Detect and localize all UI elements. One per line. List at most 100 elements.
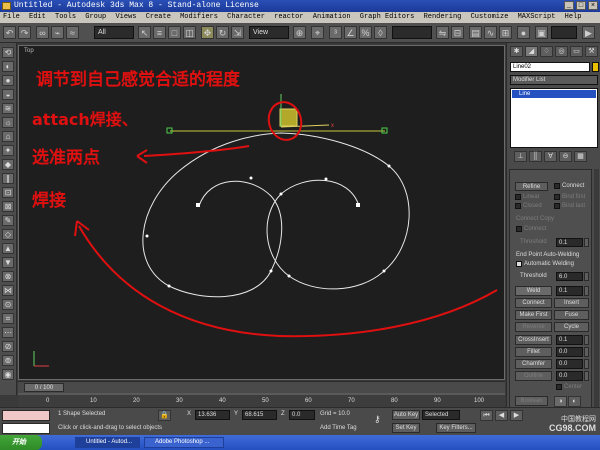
display-tab-icon[interactable]: ▭	[570, 46, 583, 57]
close-icon[interactable]: ×	[588, 1, 598, 10]
fillet-button[interactable]: Fillet	[515, 347, 552, 357]
set-key-button[interactable]: Set Key	[392, 423, 420, 433]
tool-icon-15[interactable]: ▲	[2, 243, 14, 254]
tool-icon-22[interactable]: ⊘	[2, 341, 14, 352]
fuse-button[interactable]: Fuse	[554, 310, 589, 320]
refine-button[interactable]: Refine	[515, 182, 548, 191]
tool-icon-21[interactable]: ⋯	[2, 327, 14, 338]
linear-checkbox[interactable]	[515, 194, 521, 200]
bind-space-warp-icon[interactable]: ≈	[66, 26, 79, 39]
menu-create[interactable]: Create	[146, 13, 171, 21]
spinner-snap-icon[interactable]: ◊	[374, 26, 387, 39]
tool-icon-3[interactable]: ●	[2, 75, 14, 86]
lock-selection-icon[interactable]: 🔒	[158, 410, 171, 421]
quick-render-icon[interactable]: ▶	[582, 26, 595, 39]
crossinsert-button[interactable]: CrossInsert	[515, 335, 552, 345]
crossinsert-input[interactable]: 0.1	[556, 335, 583, 345]
modifier-list-dropdown[interactable]: Modifier List	[510, 75, 598, 85]
weld-threshold-input[interactable]: 0.1	[556, 286, 583, 296]
viewport-top[interactable]: Top x 调节到自己感觉合适的程度 attach焊接、 选准两点 焊接	[18, 45, 505, 380]
pin-stack-icon[interactable]: ⊥	[514, 151, 527, 162]
maxscript-mini-listener[interactable]	[2, 423, 50, 434]
threshold-spinner[interactable]	[584, 238, 589, 247]
x-coordinate-input[interactable]: 13.636	[195, 410, 230, 420]
time-slider[interactable]: 0 / 100	[18, 381, 505, 393]
menu-customize[interactable]: Customize	[471, 13, 509, 21]
cycle-button[interactable]: Cycle	[554, 322, 589, 332]
boolean-union-icon[interactable]: ◑	[554, 396, 567, 407]
chamfer-input[interactable]: 0.0	[556, 359, 583, 369]
tool-icon-9[interactable]: ◆	[2, 159, 14, 170]
rectangular-selection-icon[interactable]: □	[168, 26, 181, 39]
named-selection-dropdown[interactable]	[392, 26, 432, 39]
menu-reactor[interactable]: reactor	[274, 13, 303, 21]
modifier-stack-item-line[interactable]: Line	[512, 90, 596, 98]
render-scene-icon[interactable]: ▣	[535, 26, 548, 39]
maxscript-listener[interactable]	[2, 410, 50, 421]
tool-icon-4[interactable]: ◒	[2, 89, 14, 100]
hierarchy-tab-icon[interactable]: ♢	[540, 46, 553, 57]
auto-key-button[interactable]: Auto Key	[392, 410, 420, 420]
tool-icon-10[interactable]: ∥	[2, 173, 14, 184]
object-color-swatch[interactable]	[592, 62, 599, 72]
utilities-tab-icon[interactable]: ⚒	[585, 46, 598, 57]
menu-views[interactable]: Views	[115, 13, 136, 21]
tool-icon-17[interactable]: ⊗	[2, 271, 14, 282]
tool-icon-20[interactable]: ⌗	[2, 313, 14, 324]
tool-icon-13[interactable]: ✎	[2, 215, 14, 226]
tool-icon-14[interactable]: ◇	[2, 229, 14, 240]
outline-input[interactable]: 0.0	[556, 371, 583, 381]
tool-icon-2[interactable]: ◐	[2, 61, 14, 72]
bind-first-checkbox[interactable]	[554, 194, 560, 200]
tool-icon-7[interactable]: ⌂	[2, 131, 14, 142]
schematic-view-icon[interactable]: ⊞	[499, 26, 512, 39]
layer-manager-icon[interactable]: ▤	[469, 26, 482, 39]
reference-coord-dropdown[interactable]: View	[249, 26, 289, 39]
tool-icon-23[interactable]: ⊚	[2, 355, 14, 366]
menu-group[interactable]: Group	[85, 13, 106, 21]
tool-icon-16[interactable]: ▼	[2, 257, 14, 268]
select-manipulate-icon[interactable]: ⌖	[311, 26, 324, 39]
automatic-welding-checkbox[interactable]	[516, 261, 522, 267]
y-coordinate-input[interactable]: 68.615	[242, 410, 277, 420]
boolean-subtract-icon[interactable]: ◐	[568, 396, 581, 407]
curve-editor-icon[interactable]: ∿	[484, 26, 497, 39]
connect-copy-checkbox[interactable]	[516, 226, 522, 232]
menu-tools[interactable]: Tools	[55, 13, 76, 21]
chamfer-spinner[interactable]	[584, 359, 589, 369]
angle-snap-icon[interactable]: ∠	[344, 26, 357, 39]
threshold2-input[interactable]: 6.0	[556, 272, 583, 281]
closed-checkbox[interactable]	[515, 203, 521, 209]
select-object-icon[interactable]: ↖	[138, 26, 151, 39]
selection-filter-dropdown[interactable]: All	[94, 26, 134, 39]
object-name-input[interactable]: Line02	[510, 62, 590, 72]
create-tab-icon[interactable]: ✱	[510, 46, 523, 57]
tool-icon-11[interactable]: ⊡	[2, 187, 14, 198]
threshold2-spinner[interactable]	[584, 272, 589, 281]
tool-icon-8[interactable]: ✦	[2, 145, 14, 156]
menu-maxscript[interactable]: MAXScript	[518, 13, 556, 21]
taskbar-item-photoshop[interactable]: Adobe Photoshop ...	[144, 437, 224, 448]
tool-icon-24[interactable]: ◉	[2, 369, 14, 380]
tool-icon-5[interactable]: ≋	[2, 103, 14, 114]
add-time-tag[interactable]: Add Time Tag	[320, 425, 357, 431]
snaps-toggle-icon[interactable]: ³	[329, 26, 342, 39]
go-to-start-icon[interactable]: ⏮	[480, 410, 493, 421]
outline-button[interactable]: Outline	[515, 371, 552, 381]
tool-icon-1[interactable]: ⟲	[2, 47, 14, 58]
mirror-icon[interactable]: ⇋	[436, 26, 449, 39]
connect-checkbox[interactable]	[554, 183, 560, 189]
select-move-icon[interactable]: ✥	[201, 26, 214, 39]
command-panel-scrollbar[interactable]	[594, 169, 599, 408]
connect-button[interactable]: Connect	[515, 298, 552, 308]
start-button[interactable]: 开始	[0, 435, 42, 450]
tool-icon-19[interactable]: ⊙	[2, 299, 14, 310]
remove-modifier-icon[interactable]: ⊖	[559, 151, 572, 162]
render-type-dropdown[interactable]	[551, 26, 577, 39]
bind-last-checkbox[interactable]	[554, 203, 560, 209]
select-by-name-icon[interactable]: ≡	[153, 26, 166, 39]
track-bar[interactable]: 0 10 20 30 40 50 60 70 80 90 100	[18, 393, 505, 407]
window-crossing-icon[interactable]: ◫	[183, 26, 196, 39]
key-filters-button[interactable]: Key Filters...	[436, 423, 476, 433]
make-unique-icon[interactable]: ∀	[544, 151, 557, 162]
